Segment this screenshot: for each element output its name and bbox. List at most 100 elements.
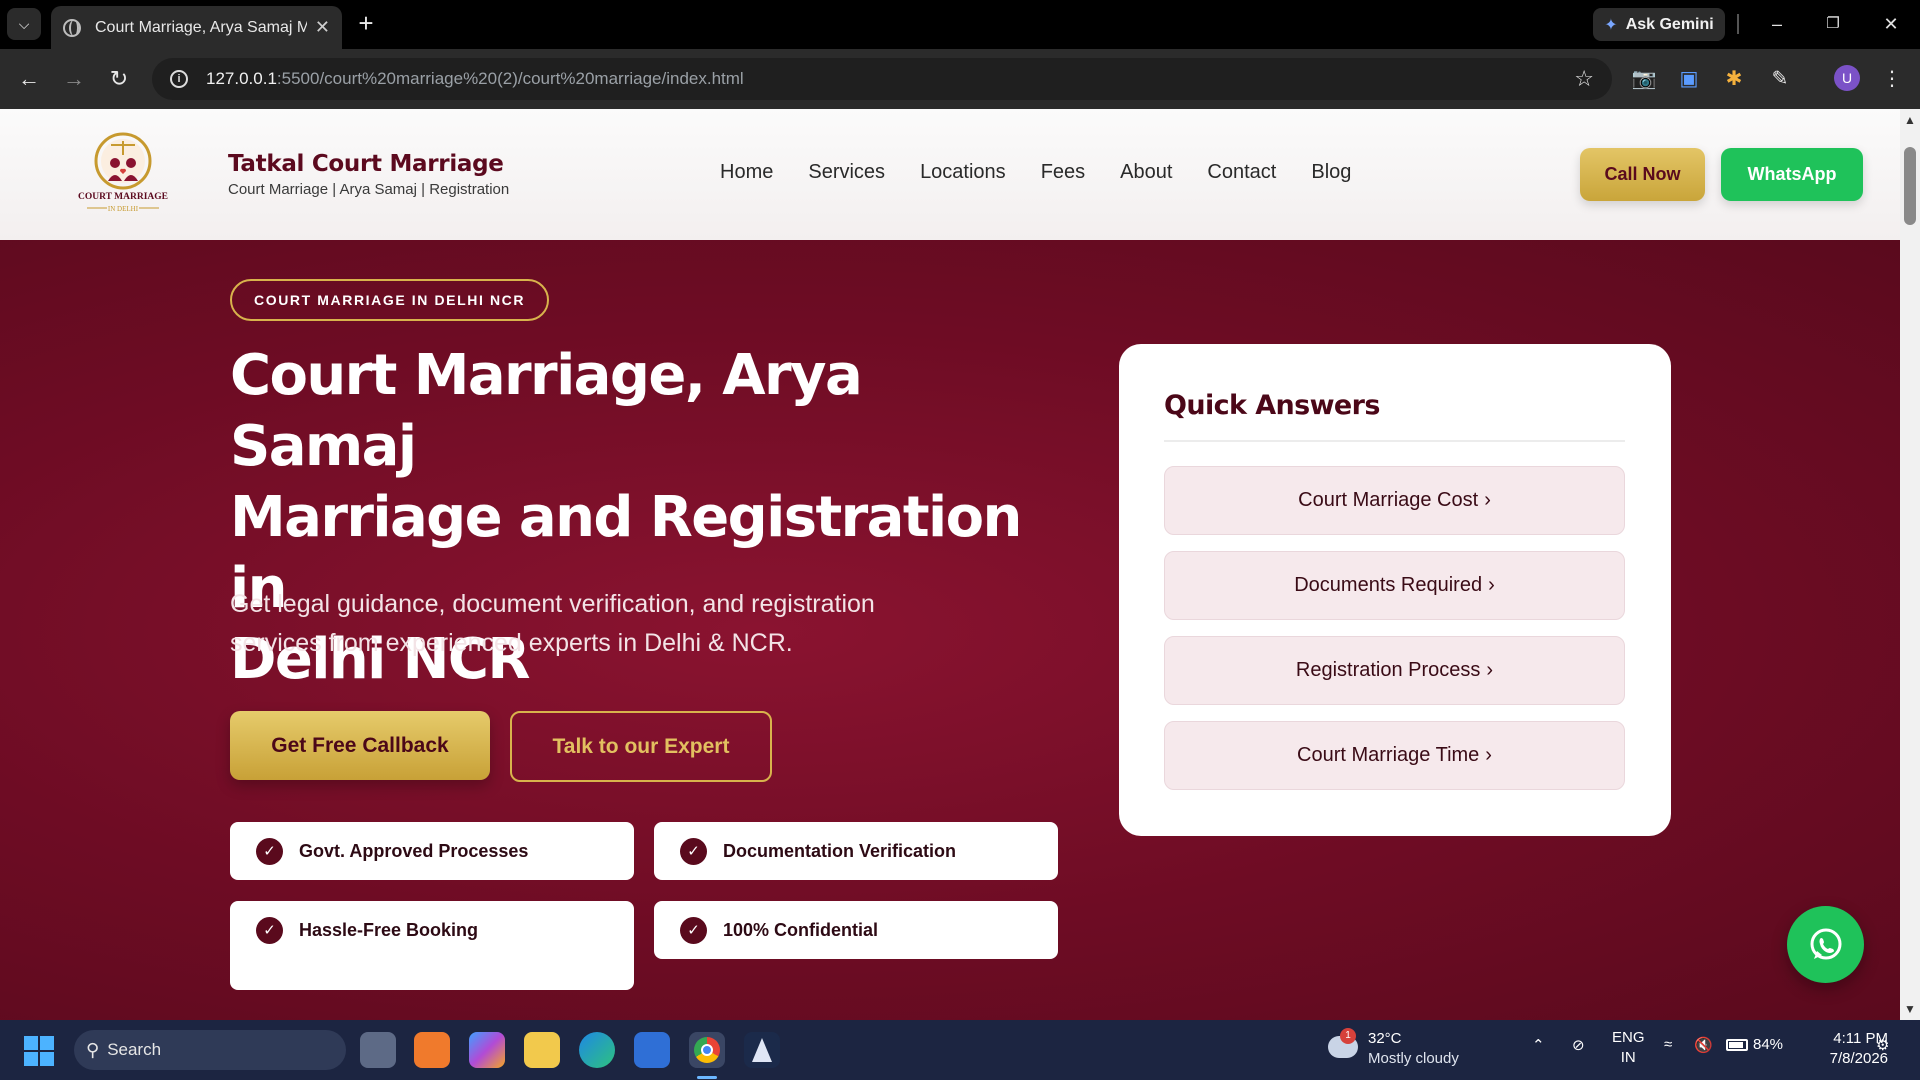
hero-badge: COURT MARRIAGE IN DELHI NCR	[230, 279, 550, 321]
windows-start-icon[interactable]	[24, 1036, 54, 1066]
wifi-icon[interactable]: ≈	[1664, 1036, 1672, 1053]
battery-percent: 84%	[1753, 1036, 1784, 1053]
restore-icon[interactable]: ❐	[1818, 10, 1848, 38]
call-now-button[interactable]: Call Now	[1580, 148, 1705, 201]
battery-icon	[1726, 1038, 1748, 1051]
nav-locations[interactable]: Locations	[920, 161, 1006, 184]
nav-blog[interactable]: Blog	[1311, 161, 1351, 184]
nav-home[interactable]: Home	[720, 161, 773, 184]
tab-title: Court Marriage, Arya Samaj Ma	[95, 18, 307, 36]
qa-court-marriage-cost[interactable]: Court Marriage Cost ›	[1164, 466, 1625, 535]
check-circle-icon: ✓	[680, 916, 707, 944]
svg-text:IN DELHI: IN DELHI	[108, 205, 139, 213]
scrollbar-thumb[interactable]	[1904, 147, 1916, 225]
feature-govt-approved: ✓ Govt. Approved Processes	[230, 822, 634, 880]
copilot-icon[interactable]	[469, 1032, 505, 1068]
nav-about[interactable]: About	[1120, 161, 1172, 184]
browser-toolbar: ← → ↻ i 127.0.0.1:5500/court%20marriage%…	[0, 49, 1920, 109]
color-extension-icon[interactable]: ✱	[1720, 64, 1748, 94]
svg-text:COURT MARRIAGE: COURT MARRIAGE	[78, 192, 168, 202]
close-tab-icon[interactable]: ✕	[315, 17, 330, 38]
browser-tab-strip: ⌵ Court Marriage, Arya Samaj Ma ✕ + ✦ As…	[0, 0, 1920, 49]
quick-answers-title: Quick Answers	[1164, 390, 1380, 421]
main-nav: Home Services Locations Fees About Conta…	[720, 161, 1351, 184]
ask-gemini-button[interactable]: ✦ Ask Gemini	[1593, 8, 1725, 41]
toolbar-separator	[1737, 14, 1739, 34]
file-explorer-icon[interactable]	[524, 1032, 560, 1068]
tab-search-chevron-icon[interactable]: ⌵	[7, 8, 41, 40]
language-code: ENG	[1612, 1029, 1645, 1046]
profile-avatar[interactable]: U	[1834, 65, 1860, 91]
url-host: 127.0.0.1	[206, 69, 277, 88]
show-hidden-icons-chevron-icon[interactable]: ⌃	[1532, 1036, 1545, 1054]
quick-answers-divider	[1164, 440, 1625, 442]
back-arrow-icon[interactable]: ←	[14, 64, 44, 94]
talk-to-expert-button[interactable]: Talk to our Expert	[510, 711, 772, 782]
new-tab-plus-icon[interactable]: +	[353, 10, 379, 36]
nav-services[interactable]: Services	[808, 161, 885, 184]
speaker-muted-icon[interactable]: 🔇	[1694, 1036, 1713, 1054]
taskbar-search-label: Search	[107, 1040, 162, 1059]
check-circle-icon: ✓	[256, 837, 283, 865]
qa-label: Court Marriage Time	[1297, 744, 1480, 766]
windows-taskbar: ⚲ Search 1 32°C Mostly cloudy ⌃ ⊘ ENG IN…	[0, 1020, 1920, 1080]
network-off-icon[interactable]: ⊘	[1572, 1036, 1585, 1054]
forward-arrow-icon[interactable]: →	[59, 64, 89, 94]
site-logo[interactable]: COURT MARRIAGE IN DELHI	[73, 131, 173, 221]
weather-description: Mostly cloudy	[1368, 1050, 1459, 1067]
address-bar[interactable]: i 127.0.0.1:5500/court%20marriage%20(2)/…	[152, 58, 1612, 100]
qa-documents-required[interactable]: Documents Required ›	[1164, 551, 1625, 620]
brand-name[interactable]: Tatkal Court Marriage	[228, 151, 504, 177]
app-launcher-icon[interactable]	[414, 1032, 450, 1068]
search-icon: ⚲	[86, 1039, 100, 1060]
edge-browser-icon[interactable]	[579, 1032, 615, 1068]
scroll-down-icon[interactable]: ▼	[1904, 1002, 1916, 1016]
feature-hassle-free: ✓ Hassle-Free Booking	[230, 901, 634, 959]
hero-subheading: Get legal guidance, document verificatio…	[230, 590, 875, 657]
minimize-icon[interactable]: –	[1762, 10, 1792, 38]
nav-fees[interactable]: Fees	[1041, 161, 1085, 184]
feature-label: Govt. Approved Processes	[299, 840, 529, 861]
bookmark-star-icon[interactable]: ☆	[1574, 66, 1594, 92]
close-window-icon[interactable]: ✕	[1876, 10, 1906, 38]
dev-app-icon[interactable]	[744, 1032, 780, 1068]
qa-label: Registration Process	[1295, 659, 1481, 681]
ask-gemini-label: Ask Gemini	[1625, 15, 1714, 33]
check-circle-icon: ✓	[680, 837, 707, 865]
whatsapp-float-button[interactable]	[1787, 906, 1864, 983]
qa-registration-process[interactable]: Registration Process ›	[1164, 636, 1625, 705]
chevron-right-icon: ›	[1484, 489, 1491, 511]
qa-label: Court Marriage Cost	[1298, 489, 1479, 511]
site-info-icon[interactable]: i	[170, 70, 188, 88]
qa-court-marriage-time[interactable]: Court Marriage Time ›	[1164, 721, 1625, 790]
feature-label: 100% Confidential	[723, 919, 879, 940]
nav-contact[interactable]: Contact	[1207, 161, 1276, 184]
notification-bell-icon[interactable]: ⚙	[1876, 1036, 1889, 1054]
menu-kebab-icon[interactable]: ⋮	[1878, 64, 1906, 94]
gemini-sparkle-icon: ✦	[1604, 16, 1618, 34]
feature-documentation: ✓ Documentation Verification	[654, 822, 1058, 880]
task-view-icon[interactable]	[360, 1032, 396, 1068]
language-indicator[interactable]: ENG IN	[1612, 1028, 1645, 1068]
qa-label: Documents Required	[1294, 574, 1483, 596]
page-viewport: COURT MARRIAGE IN DELHI Tatkal Court Mar…	[0, 109, 1900, 1020]
feature-label: Hassle-Free Booking	[299, 919, 479, 940]
microsoft-store-icon[interactable]	[634, 1032, 670, 1068]
taskbar-search[interactable]: ⚲ Search	[74, 1030, 346, 1070]
scroll-up-icon[interactable]: ▲	[1904, 113, 1916, 127]
extensions-puzzle-icon[interactable]: ✎	[1766, 64, 1794, 94]
browser-tab[interactable]: Court Marriage, Arya Samaj Ma ✕	[51, 6, 342, 49]
get-free-callback-button[interactable]: Get Free Callback	[230, 711, 490, 780]
battery-indicator[interactable]: 84%	[1726, 1036, 1783, 1053]
globe-icon	[63, 18, 81, 37]
whatsapp-button[interactable]: WhatsApp	[1721, 148, 1863, 201]
feature-label: Documentation Verification	[723, 840, 957, 861]
reload-icon[interactable]: ↻	[104, 64, 134, 94]
region-code: IN	[1620, 1049, 1636, 1066]
weather-alert-badge: 1	[1340, 1028, 1356, 1044]
weather-temperature: 32°C	[1368, 1030, 1402, 1047]
chrome-icon[interactable]	[689, 1032, 725, 1068]
page-scrollbar[interactable]: ▲ ▼	[1900, 109, 1920, 1020]
docs-extension-icon[interactable]: ▣	[1675, 64, 1703, 94]
camera-extension-icon[interactable]: 📷	[1630, 64, 1658, 94]
